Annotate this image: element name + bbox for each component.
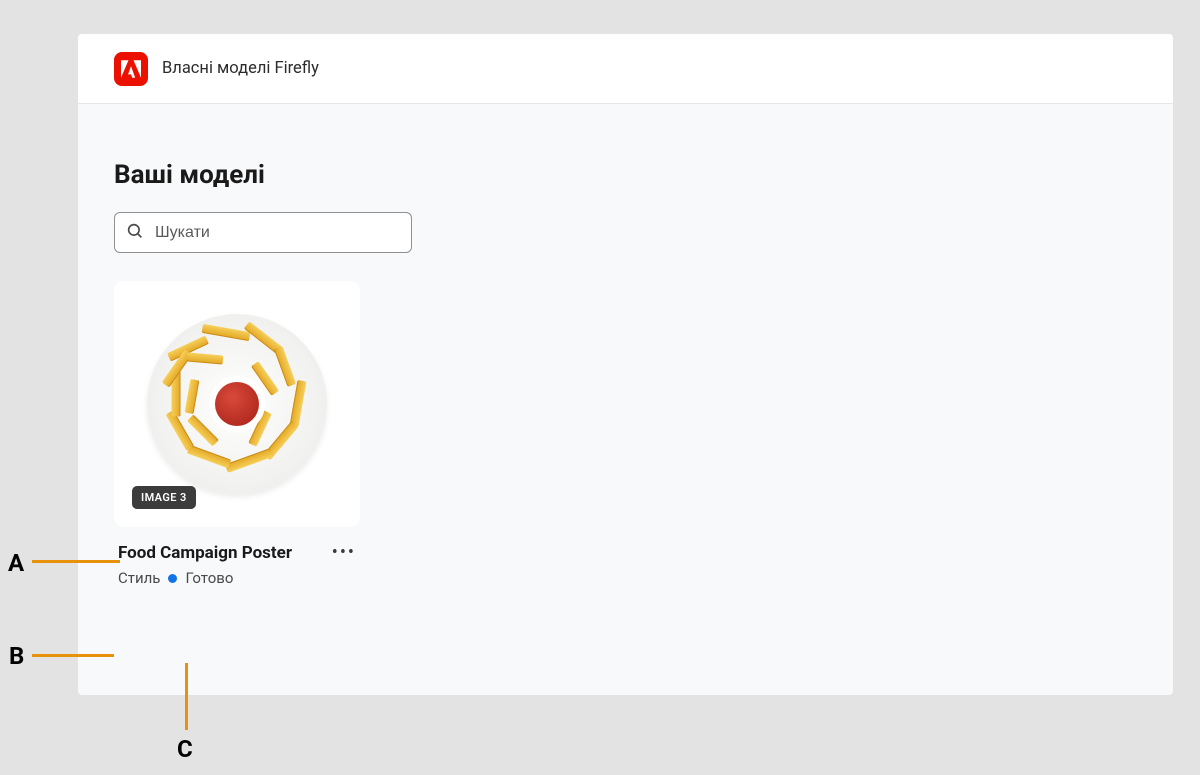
food-illustration bbox=[147, 314, 327, 494]
model-thumbnail: IMAGE 3 bbox=[120, 287, 354, 521]
callout-b-line bbox=[32, 654, 114, 657]
app-window: Власні моделі Firefly Ваші моделі bbox=[78, 34, 1173, 695]
search-input[interactable] bbox=[114, 212, 412, 253]
model-title: Food Campaign Poster bbox=[118, 543, 292, 563]
callout-a-line bbox=[32, 560, 120, 563]
model-type-label: Стиль bbox=[118, 569, 160, 587]
section-title: Ваші моделі bbox=[114, 160, 436, 190]
adobe-logo-icon bbox=[121, 60, 141, 78]
callout-c-label: C bbox=[177, 735, 193, 763]
search-field bbox=[114, 212, 412, 253]
status-dot-icon bbox=[168, 574, 177, 583]
models-panel: Ваші моделі bbox=[114, 160, 436, 587]
app-header: Власні моделі Firefly bbox=[78, 34, 1173, 104]
model-status-row: Стиль Готово bbox=[114, 563, 436, 587]
more-options-button[interactable]: ••• bbox=[332, 544, 356, 562]
image-version-badge: IMAGE 3 bbox=[132, 486, 196, 509]
model-status-text: Готово bbox=[185, 569, 233, 587]
content-area: Ваші моделі bbox=[78, 104, 1173, 623]
model-card[interactable]: IMAGE 3 bbox=[114, 281, 360, 527]
callout-a-label: A bbox=[8, 549, 24, 577]
ketchup-icon bbox=[209, 376, 265, 432]
model-card-meta: Food Campaign Poster ••• bbox=[114, 527, 360, 563]
callout-b-label: B bbox=[9, 642, 24, 670]
adobe-logo bbox=[114, 52, 148, 86]
header-title: Власні моделі Firefly bbox=[162, 59, 319, 78]
callout-c-line bbox=[185, 663, 188, 730]
